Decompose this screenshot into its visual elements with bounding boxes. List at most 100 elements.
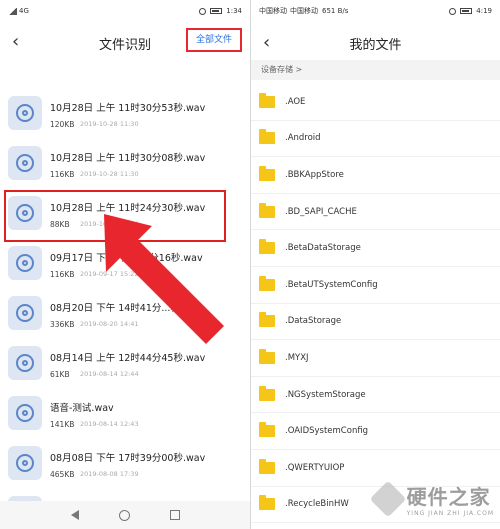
recording-name: 08月14日 上午 12时44分45秒.wav bbox=[50, 353, 206, 364]
battery-icon bbox=[210, 8, 223, 14]
status-time: 1:34 bbox=[226, 7, 242, 15]
folder-name: .MYXJ bbox=[285, 352, 309, 363]
recording-date: 2019-10-28 11:24 bbox=[80, 220, 139, 228]
nav-recent-icon[interactable] bbox=[169, 510, 180, 520]
right-panel: 中国移动 中国移动 651 B/s 4:19 ‹ 我的文件 设备存储 > .AO… bbox=[251, 0, 500, 529]
recording-size: 336KB bbox=[50, 320, 75, 329]
recording-date: 2019-08-14 12:43 bbox=[80, 420, 139, 428]
watermark-logo-icon bbox=[369, 480, 407, 518]
page-title: 我的文件 bbox=[349, 38, 402, 53]
recording-size: 141KB bbox=[50, 420, 75, 429]
recording-item[interactable]: 08月08日 下午 17时39分00秒.wav 465KB 2019-08-08 1… bbox=[0, 442, 250, 490]
network-type: 4G bbox=[19, 7, 29, 15]
recording-item[interactable]: 09月17日 下午 下午22分16秒.wav 116KB 2019-09-17 15… bbox=[0, 242, 250, 290]
carrier-2: 中国移动 bbox=[290, 7, 318, 15]
recording-item[interactable]: 语音-测试.wav 141KB 2019-08-14 12:43 bbox=[0, 392, 250, 440]
folder-icon bbox=[259, 385, 275, 401]
status-time: 4:19 bbox=[476, 7, 492, 15]
folder-item[interactable]: .BD_SAPI_CACHE bbox=[251, 194, 500, 231]
status-bar: 4G 1:34 bbox=[0, 0, 250, 22]
net-speed: 651 B/s bbox=[322, 7, 349, 15]
recording-size: 120KB bbox=[50, 120, 75, 129]
folder-item[interactable]: .MYXJ bbox=[251, 340, 500, 377]
folder-icon bbox=[259, 312, 275, 328]
recording-name: 10月28日 上午 11时24分30秒.wav bbox=[50, 203, 206, 214]
recording-size: 116KB bbox=[50, 270, 75, 279]
folder-list: .AOE .Android .BBKAppStore .BD_SAPI_CACHE .B… bbox=[251, 84, 500, 524]
recording-name: 08月20日 下午 14时41分...秒.wav bbox=[50, 303, 203, 314]
carrier-1: 中国移动 bbox=[259, 7, 287, 15]
eye-icon bbox=[449, 7, 457, 15]
folder-item[interactable]: .DataStorage bbox=[251, 304, 500, 341]
recording-item[interactable]: 10月28日 上午 11时30分53秒.wav 120KB 2019-10-28 1… bbox=[0, 92, 250, 140]
folder-icon bbox=[259, 92, 275, 108]
audio-disc-icon bbox=[8, 96, 42, 130]
recording-size: 116KB bbox=[50, 170, 75, 179]
audio-disc-icon bbox=[8, 396, 42, 430]
folder-name: .BD_SAPI_CACHE bbox=[285, 206, 357, 217]
recording-name: 10月28日 上午 11时30分53秒.wav bbox=[50, 103, 206, 114]
audio-disc-icon bbox=[8, 446, 42, 480]
folder-name: .QWERTYUIOP bbox=[285, 462, 345, 473]
audio-disc-icon bbox=[8, 346, 42, 380]
nav-bar bbox=[0, 501, 250, 529]
nav-home-icon[interactable] bbox=[118, 509, 130, 521]
folder-name: .NGSystemStorage bbox=[285, 389, 366, 400]
folder-name: .BetaDataStorage bbox=[285, 243, 361, 254]
breadcrumb[interactable]: 设备存储 > bbox=[251, 60, 500, 80]
folder-item[interactable]: .OAIDSystemConfig bbox=[251, 413, 500, 450]
recording-item[interactable]: 10月28日 上午 11时30分08秒.wav 116KB 2019-10-28 1… bbox=[0, 142, 250, 190]
folder-name: .DataStorage bbox=[285, 316, 342, 327]
folder-name: .BBKAppStore bbox=[285, 169, 344, 180]
folder-icon bbox=[259, 165, 275, 181]
all-files-button[interactable]: 全部文件 bbox=[186, 28, 242, 52]
folder-item[interactable]: .BetaUTSystemConfig bbox=[251, 267, 500, 304]
watermark-subtext: YING JIAN ZHI JIA.COM bbox=[406, 510, 494, 517]
folder-icon bbox=[259, 422, 275, 438]
recording-item[interactable]: 08月20日 下午 14时41分...秒.wav 336KB 2019-08-20 … bbox=[0, 292, 250, 340]
recording-date: 2019-09-17 15:22 bbox=[80, 270, 139, 278]
header: ‹ 文件识别 全部文件 bbox=[0, 24, 250, 60]
recording-date: 2019-08-14 12:44 bbox=[80, 370, 139, 378]
folder-name: .AOE bbox=[285, 96, 306, 107]
recording-date: 2019-08-08 17:39 bbox=[80, 470, 139, 478]
folder-icon bbox=[259, 495, 275, 511]
left-panel: 4G 1:34 ‹ 文件识别 全部文件 10月28日 上午 11时30分53秒.… bbox=[0, 0, 250, 529]
audio-disc-icon bbox=[8, 196, 42, 230]
folder-item[interactable]: .NGSystemStorage bbox=[251, 377, 500, 414]
alarm-icon bbox=[199, 7, 207, 15]
recording-name: 09月17日 下午 下午22分16秒.wav bbox=[50, 253, 203, 264]
signal-icon bbox=[8, 7, 17, 15]
status-bar-right: 中国移动 中国移动 651 B/s 4:19 bbox=[251, 0, 500, 22]
folder-icon bbox=[259, 348, 275, 364]
recording-date: 2019-10-28 11:30 bbox=[80, 120, 139, 128]
recording-size: 61KB bbox=[50, 370, 70, 379]
recording-name: 08月08日 下午 17时39分00秒.wav bbox=[50, 453, 206, 464]
recording-size: 465KB bbox=[50, 470, 75, 479]
nav-back-icon[interactable] bbox=[70, 510, 79, 520]
folder-item[interactable]: .AOE bbox=[251, 84, 500, 121]
recording-date: 2019-10-28 11:30 bbox=[80, 170, 139, 178]
recording-name: 语音-测试.wav bbox=[50, 403, 114, 414]
folder-name: .RecycleBinHW bbox=[285, 499, 349, 510]
folder-icon bbox=[259, 275, 275, 291]
folder-name: .BetaUTSystemConfig bbox=[285, 279, 378, 290]
recording-name: 10月28日 上午 11时30分08秒.wav bbox=[50, 153, 206, 164]
folder-item[interactable]: .BBKAppStore bbox=[251, 157, 500, 194]
folder-icon bbox=[259, 239, 275, 255]
folder-icon bbox=[259, 458, 275, 474]
recording-item[interactable]: 10月28日 上午 11时24分30秒.wav 88KB 2019-10-28 11… bbox=[4, 190, 226, 242]
recording-list: 10月28日 上午 11时30分53秒.wav 120KB 2019-10-28 1… bbox=[0, 92, 250, 529]
folder-item[interactable]: .Android bbox=[251, 121, 500, 158]
recording-size: 88KB bbox=[50, 220, 70, 229]
folder-icon bbox=[259, 202, 275, 218]
recording-item[interactable]: 08月14日 上午 12时44分45秒.wav 61KB 2019-08-14 12… bbox=[0, 342, 250, 390]
folder-name: .OAIDSystemConfig bbox=[285, 426, 369, 437]
audio-disc-icon bbox=[8, 246, 42, 280]
folder-icon bbox=[259, 129, 275, 145]
watermark: 硬件之家 YING JIAN ZHI JIA.COM bbox=[369, 480, 494, 518]
audio-disc-icon bbox=[8, 146, 42, 180]
recording-date: 2019-08-20 14:41 bbox=[80, 320, 139, 328]
folder-item[interactable]: .BetaDataStorage bbox=[251, 230, 500, 267]
watermark-text: 硬件之家 bbox=[406, 485, 491, 509]
